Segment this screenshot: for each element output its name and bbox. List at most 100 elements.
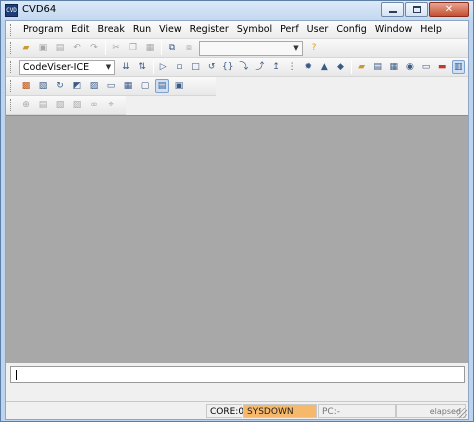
- command-input[interactable]: [10, 366, 465, 383]
- status-pc: PC:-: [318, 404, 396, 418]
- toolbar-grip[interactable]: [10, 23, 13, 36]
- cut-icon[interactable]: ✂: [109, 41, 123, 55]
- grid-icon[interactable]: ▦: [121, 79, 135, 93]
- flash-icon[interactable]: ▧: [36, 79, 50, 93]
- step-icon[interactable]: ▫: [173, 60, 186, 74]
- paste-icon[interactable]: ▦: [143, 41, 157, 55]
- menu-view[interactable]: View: [155, 21, 186, 39]
- open-folder-icon[interactable]: ▰: [19, 41, 33, 55]
- menu-help[interactable]: Help: [416, 21, 446, 39]
- mdi-workspace[interactable]: [6, 115, 468, 363]
- title-bar[interactable]: CVD CVD64 ✕: [1, 1, 473, 20]
- tile-icon[interactable]: ▨: [87, 79, 101, 93]
- toolbar-grip[interactable]: [10, 80, 13, 92]
- pin-icon[interactable]: ⌖: [104, 98, 118, 112]
- client-area: Program Edit Break Run View Register Sym…: [5, 20, 469, 420]
- app-icon: CVD: [5, 4, 18, 17]
- window-icon[interactable]: ◩: [70, 79, 84, 93]
- source-view-icon[interactable]: ▰: [355, 60, 368, 74]
- debug-toolbar: CodeViser-ICE ▼ ⇊ ⇅ ▷ ▫ □ ↺ {} ⤵ ⤴ ↥ ⋮ ✹…: [6, 58, 468, 77]
- go-icon[interactable]: ▷: [157, 60, 170, 74]
- menu-symbol[interactable]: Symbol: [233, 21, 276, 39]
- maximize-button[interactable]: [405, 2, 428, 17]
- chevron-down-icon[interactable]: ▼: [102, 61, 114, 74]
- copy-icon[interactable]: ❐: [126, 41, 140, 55]
- status-bar: CORE:0 SYSDOWN PC:- elapsed: [6, 401, 468, 419]
- trace-icon[interactable]: ✹: [302, 60, 315, 74]
- toolbar-separator: [161, 41, 162, 55]
- download-icon[interactable]: ⇊: [119, 60, 132, 74]
- find-next-icon[interactable]: ⧈: [182, 41, 196, 55]
- step-into-icon[interactable]: ⤵: [237, 60, 250, 74]
- refresh-icon[interactable]: ↻: [53, 79, 67, 93]
- watch-view-icon[interactable]: ▭: [419, 60, 432, 74]
- step-out-icon[interactable]: ⤴: [253, 60, 266, 74]
- status-core: CORE:0: [206, 404, 244, 418]
- zoom-icon[interactable]: ⊕: [19, 98, 33, 112]
- target-select[interactable]: CodeViser-ICE ▼: [18, 59, 116, 75]
- minimize-icon: [388, 11, 397, 13]
- find-icon[interactable]: ⧉: [165, 41, 179, 55]
- standard-toolbar: ▰ ▣ ▤ ↶ ↷ ✂ ❐ ▦ ⧉ ⧈ ▼ ?: [6, 39, 468, 58]
- menu-window[interactable]: Window: [371, 21, 416, 39]
- target-select-value: CodeViser-ICE: [22, 61, 90, 73]
- disasm-view-icon[interactable]: ▤: [371, 60, 384, 74]
- diamond-icon[interactable]: ◆: [334, 60, 347, 74]
- step-over-icon[interactable]: {}: [221, 60, 234, 74]
- toolbar-grip[interactable]: [10, 42, 13, 54]
- tools-toolbar: ⊕ ▤ ▧ ▨ ∞ ⌖: [6, 96, 126, 115]
- close-icon: ✕: [444, 3, 454, 15]
- status-state-badge: SYSDOWN: [243, 404, 317, 418]
- menu-perf[interactable]: Perf: [276, 21, 303, 39]
- memory-view-icon[interactable]: ◉: [403, 60, 416, 74]
- menu-program[interactable]: Program: [19, 21, 67, 39]
- terminal-icon[interactable]: ▥: [451, 60, 465, 74]
- chevron-down-icon[interactable]: ▼: [290, 42, 302, 55]
- import-icon[interactable]: ▨: [70, 98, 84, 112]
- reset-icon[interactable]: ↺: [205, 60, 218, 74]
- print-icon[interactable]: ▤: [36, 98, 50, 112]
- save-icon[interactable]: ▣: [36, 41, 50, 55]
- link-icon[interactable]: ∞: [87, 98, 101, 112]
- window-controls: ✕: [381, 2, 469, 17]
- export-icon[interactable]: ▧: [53, 98, 67, 112]
- redo-icon[interactable]: ↷: [87, 41, 101, 55]
- resize-grip-icon[interactable]: [457, 408, 467, 418]
- breakpoint-icon[interactable]: ⋮: [286, 60, 299, 74]
- cascade-icon[interactable]: ▭: [104, 79, 118, 93]
- menu-run[interactable]: Run: [129, 21, 155, 39]
- search-combo[interactable]: ▼: [199, 40, 303, 56]
- toolbar-grip[interactable]: [10, 99, 13, 111]
- chip-icon[interactable]: ▩: [19, 79, 33, 93]
- maximize-icon: [412, 6, 421, 13]
- stack-view-icon[interactable]: ▬: [436, 60, 449, 74]
- warning-icon[interactable]: ▲: [318, 60, 331, 74]
- minimize-button[interactable]: [381, 2, 404, 17]
- command-panel: [6, 363, 468, 401]
- toolbar-grip[interactable]: [10, 61, 13, 73]
- toolbar-separator: [105, 41, 106, 55]
- menu-edit[interactable]: Edit: [67, 21, 93, 39]
- register-view-icon[interactable]: ▦: [387, 60, 400, 74]
- status-elapsed: elapsed: [396, 404, 466, 418]
- close-button[interactable]: ✕: [429, 2, 469, 17]
- menu-break[interactable]: Break: [94, 21, 129, 39]
- text-cursor: [16, 370, 17, 380]
- window-title: CVD64: [22, 4, 57, 15]
- save-all-icon[interactable]: ▤: [53, 41, 67, 55]
- monitor-icon[interactable]: ▤: [155, 79, 169, 93]
- menu-bar: Program Edit Break Run View Register Sym…: [6, 21, 468, 39]
- load-icon[interactable]: ⇅: [136, 60, 149, 74]
- stop-icon[interactable]: □: [189, 60, 202, 74]
- menu-config[interactable]: Config: [332, 21, 370, 39]
- undo-icon[interactable]: ↶: [70, 41, 84, 55]
- window-list-icon[interactable]: ▣: [172, 79, 186, 93]
- help-icon[interactable]: ?: [307, 41, 321, 55]
- toolbar-separator: [351, 60, 353, 74]
- run-to-icon[interactable]: ↥: [269, 60, 282, 74]
- menu-user[interactable]: User: [303, 21, 333, 39]
- toolbar-separator: [152, 60, 154, 74]
- split-icon[interactable]: ▢: [138, 79, 152, 93]
- menu-register[interactable]: Register: [186, 21, 233, 39]
- view-toolbar: ▩ ▧ ↻ ◩ ▨ ▭ ▦ ▢ ▤ ▣: [6, 77, 216, 96]
